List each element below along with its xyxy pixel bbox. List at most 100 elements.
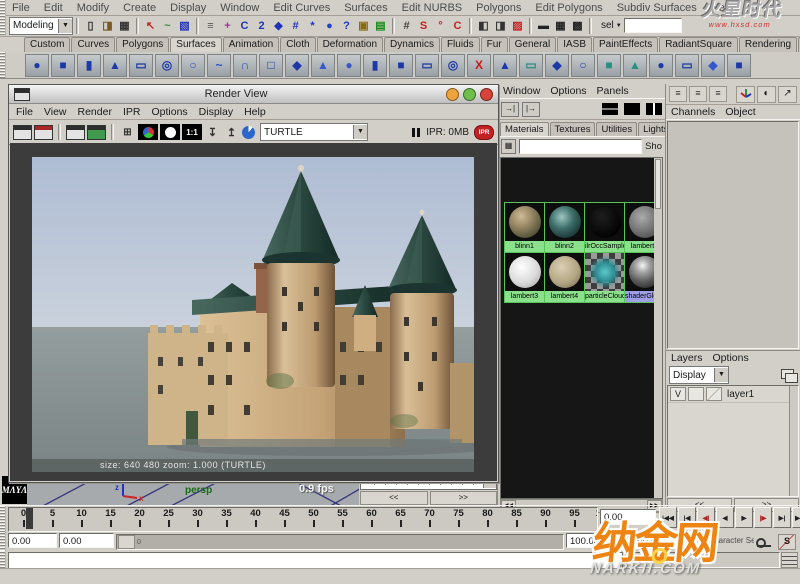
renderer-selector[interactable]: TURTLE ▼ bbox=[260, 123, 368, 141]
shelf-tab[interactable]: Rendering bbox=[738, 37, 798, 52]
snap-toolbar-icon[interactable]: + bbox=[219, 17, 236, 34]
panel-toolbar-icon[interactable]: ◨ bbox=[492, 17, 509, 34]
shelf-drag-handle[interactable] bbox=[0, 52, 6, 78]
render-current-frame-icon[interactable] bbox=[13, 124, 32, 140]
shelf-tab[interactable]: General bbox=[508, 37, 557, 52]
layer-display-toggle[interactable] bbox=[706, 387, 722, 401]
chevron-down-icon[interactable]: ▼ bbox=[616, 23, 622, 29]
shelf-item-icon[interactable]: ○ bbox=[181, 53, 205, 77]
layer-mode-selector[interactable]: Display ▼ bbox=[669, 366, 729, 384]
shelf-item-icon[interactable]: ▲ bbox=[311, 53, 335, 77]
shelf-tab[interactable]: RadiantSquare bbox=[659, 37, 738, 52]
render-toolbar-icon[interactable]: ▦ bbox=[552, 17, 569, 34]
snap-toolbar-icon[interactable]: # bbox=[287, 17, 304, 34]
dock-left-icon[interactable]: →| bbox=[501, 101, 519, 117]
hypershade-tab[interactable]: Utilities bbox=[596, 122, 638, 136]
menu-item[interactable]: Display bbox=[170, 2, 206, 14]
menu-item[interactable]: Create bbox=[123, 2, 156, 14]
arrow-icon[interactable]: ↗ bbox=[778, 85, 797, 103]
snap-toolbar-icon[interactable]: ≡ bbox=[202, 17, 219, 34]
snap-toolbar-icon[interactable]: ▤ bbox=[372, 17, 389, 34]
render-view-menu-item[interactable]: Options bbox=[151, 106, 187, 118]
hypershade-tab[interactable]: Materials bbox=[500, 122, 549, 136]
shelf-item-icon[interactable]: ◆ bbox=[701, 53, 725, 77]
scroll-right-button[interactable]: >> bbox=[429, 491, 497, 505]
list-detail-icon[interactable]: ≡ bbox=[689, 86, 707, 102]
select-toolbar-icon[interactable]: ↖ bbox=[142, 17, 159, 34]
material-swatch[interactable]: lambert3 bbox=[505, 253, 544, 302]
quick-select-input[interactable] bbox=[623, 18, 682, 33]
channel-box-list[interactable] bbox=[667, 121, 799, 349]
snap-toolbar-icon[interactable]: 2 bbox=[253, 17, 270, 34]
list-outline-icon[interactable]: ≡ bbox=[709, 86, 727, 102]
shelf-item-icon[interactable]: ▲ bbox=[623, 53, 647, 77]
material-swatch[interactable]: blinn1 bbox=[505, 203, 544, 252]
shelf-item-icon[interactable]: ○ bbox=[571, 53, 595, 77]
menu-item[interactable]: Edit Polygons bbox=[535, 2, 602, 14]
material-swatch[interactable]: blinn2 bbox=[545, 203, 584, 252]
menu-item[interactable]: Window bbox=[220, 2, 259, 14]
shelf-item-icon[interactable]: ▲ bbox=[493, 53, 517, 77]
sel-label[interactable]: sel bbox=[601, 20, 614, 31]
layers-vscrollbar[interactable] bbox=[789, 386, 798, 496]
remove-image-icon[interactable]: ↥ bbox=[223, 124, 240, 141]
chevron-down-icon[interactable]: ▼ bbox=[58, 18, 72, 33]
file-toolbar-icon[interactable]: ▯ bbox=[82, 17, 99, 34]
shelf-tab[interactable]: IASB bbox=[557, 37, 593, 52]
range-handle[interactable] bbox=[118, 535, 135, 549]
shelf-item-icon[interactable]: □ bbox=[259, 53, 283, 77]
channel-box-menu-item[interactable]: Object bbox=[725, 106, 755, 118]
redo-previous-ipr-icon[interactable] bbox=[87, 124, 106, 140]
shelf-item-icon[interactable]: ◆ bbox=[545, 53, 569, 77]
shelf-tab[interactable]: Curves bbox=[71, 37, 116, 52]
playback-start-field[interactable]: 0.00 bbox=[8, 533, 57, 548]
shelf-tab[interactable]: Fluids bbox=[440, 37, 480, 52]
menu-item[interactable]: File bbox=[12, 2, 30, 14]
keep-image-icon[interactable]: ↧ bbox=[204, 124, 221, 141]
range-slider[interactable]: 0 bbox=[116, 534, 564, 550]
shelf-item-icon[interactable]: ● bbox=[649, 53, 673, 77]
render-toolbar-icon[interactable]: ▩ bbox=[569, 17, 586, 34]
render-toolbar-icon[interactable]: ▬ bbox=[535, 17, 552, 34]
menu-item[interactable]: Polygons bbox=[476, 2, 521, 14]
snap-toolbar-icon[interactable]: ● bbox=[321, 17, 338, 34]
toolbar-drag-handle[interactable] bbox=[0, 15, 6, 36]
layout-quad-icon[interactable] bbox=[646, 103, 662, 115]
shelf-tab[interactable]: Polygons bbox=[116, 37, 170, 52]
layers-menu-item[interactable]: Options bbox=[713, 352, 749, 364]
shelf-tab[interactable]: Animation bbox=[222, 37, 280, 52]
filter-input[interactable] bbox=[519, 139, 643, 154]
render-view-menu-item[interactable]: Help bbox=[244, 106, 266, 118]
render-view-menu-item[interactable]: Display bbox=[199, 106, 233, 118]
hypershade-menu-item[interactable]: Window bbox=[503, 85, 540, 97]
time-slider[interactable]: 0 5 10 15 20 25 30 35 40 45 50 55 60 65 bbox=[8, 507, 598, 532]
shelf-item-icon[interactable]: ▮ bbox=[363, 53, 387, 77]
shelf-item-icon[interactable]: ◎ bbox=[155, 53, 179, 77]
shelf-tab[interactable]: Surfaces bbox=[170, 37, 222, 52]
actual-size-icon[interactable]: 1:1 bbox=[182, 124, 202, 140]
snap-toolbar-icon[interactable]: * bbox=[304, 17, 321, 34]
shelf-item-icon[interactable]: ▭ bbox=[129, 53, 153, 77]
render-view-menu-item[interactable]: View bbox=[44, 106, 67, 118]
hypershade-work-area[interactable]: blinn1 blinn2 ilrOccSampler5 lambert1 bbox=[500, 157, 663, 499]
dock-right-icon[interactable]: |→ bbox=[522, 101, 540, 117]
hypershade-vscrollbar[interactable] bbox=[654, 158, 662, 498]
layers-menu-item[interactable]: Layers bbox=[671, 352, 703, 364]
shelf-tab[interactable]: Dynamics bbox=[384, 37, 440, 52]
file-toolbar-icon[interactable]: ◨ bbox=[99, 17, 116, 34]
pause-ipr-icon[interactable] bbox=[411, 127, 421, 137]
hypershade-menu-item[interactable]: Panels bbox=[597, 85, 629, 97]
shelf-tab[interactable]: Deformation bbox=[316, 37, 384, 52]
close-button[interactable] bbox=[480, 87, 493, 101]
manipulator-axes-icon[interactable] bbox=[736, 85, 755, 103]
render-view-titlebar[interactable]: Render View bbox=[9, 85, 498, 104]
shelf-tab[interactable]: Fur bbox=[480, 37, 508, 52]
alpha-channel-icon[interactable] bbox=[160, 124, 180, 140]
menu-item[interactable]: Edit bbox=[44, 2, 63, 14]
shelf-item-icon[interactable]: ▮ bbox=[77, 53, 101, 77]
layer-playback-toggle[interactable] bbox=[688, 387, 704, 401]
timeline-drag-handle[interactable] bbox=[0, 506, 6, 533]
snap-toolbar-icon[interactable]: ? bbox=[338, 17, 355, 34]
animation-start-field[interactable]: 0.00 bbox=[59, 533, 114, 548]
render-view-menu-item[interactable]: IPR bbox=[123, 106, 141, 118]
